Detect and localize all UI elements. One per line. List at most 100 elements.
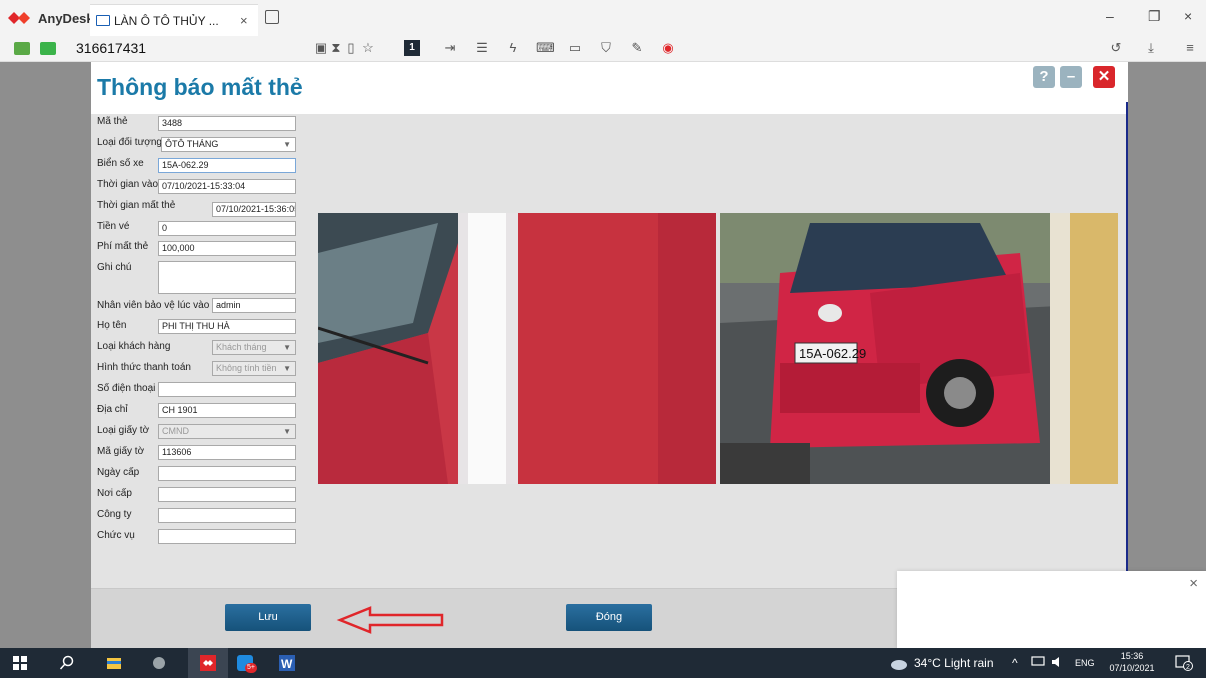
label-ghi-chu: Ghi chú: [97, 262, 132, 273]
tab-close-icon[interactable]: ×: [240, 13, 248, 28]
chevron-down-icon: ▼: [283, 364, 291, 373]
volume-icon[interactable]: [1051, 656, 1065, 668]
label-thoi-gian-vao: Thời gian vào: [97, 179, 159, 190]
ma-giay-to-input[interactable]: 113606: [158, 445, 296, 460]
remote-address: 316617431: [76, 40, 147, 56]
connection-status-icon: [14, 42, 30, 55]
ngay-cap-input[interactable]: [158, 466, 296, 481]
window-header: Thông báo mất thẻ ? – ✕: [91, 62, 1128, 114]
record-icon[interactable]: ◉: [660, 40, 676, 56]
lightning-icon[interactable]: ϟ: [505, 40, 521, 56]
label-dia-chi: Địa chỉ: [97, 404, 128, 415]
svg-text:W: W: [281, 657, 293, 671]
hourglass-icon[interactable]: ⧗: [328, 40, 344, 56]
label-chuc-vu: Chức vụ: [97, 530, 135, 541]
thoi-gian-vao-input[interactable]: 07/10/2021-15:33:04: [158, 179, 296, 194]
phi-mat-the-input[interactable]: 100,000: [158, 241, 296, 256]
weather-icon[interactable]: [889, 656, 909, 672]
loai-giay-to-select: CMND ▼: [158, 424, 296, 439]
loai-giay-to-value: CMND: [162, 426, 189, 436]
label-ngay-cap: Ngày cấp: [97, 467, 140, 478]
loai-khach-hang-value: Khách tháng: [216, 342, 267, 352]
keyboard-icon[interactable]: ⌨: [536, 40, 555, 56]
history-icon[interactable]: ↺: [1108, 40, 1124, 56]
restore-button[interactable]: ❐: [1148, 8, 1161, 25]
label-tien-ve: Tiền vé: [97, 221, 130, 232]
tien-ve-input[interactable]: 0: [158, 221, 296, 236]
shield-icon[interactable]: ⛉: [598, 40, 614, 56]
dia-chi-input[interactable]: CH 1901: [158, 403, 296, 418]
remote-desktop-background: [0, 62, 91, 648]
network-icon[interactable]: [1031, 656, 1045, 668]
windows-taskbar: 5+ W 34°C Light rain ^ ENG 15:36 07/10/2…: [0, 648, 1206, 678]
notification-close-icon[interactable]: ×: [1189, 575, 1198, 592]
bien-so-xe-input[interactable]: 15A-062.29: [158, 158, 296, 173]
session-tab[interactable]: LÀN Ô TÔ THỦY ... ×: [90, 4, 258, 36]
search-icon[interactable]: [59, 655, 75, 671]
so-dien-thoai-input[interactable]: [158, 382, 296, 397]
save-button[interactable]: Lưu: [225, 604, 311, 631]
label-ma-giay-to: Mã giấy tờ: [97, 446, 145, 457]
minimize-app-button[interactable]: –: [1060, 66, 1082, 88]
remote-desktop-background: [1128, 62, 1206, 648]
anydesk-toolbar: 316617431 ▣ ⧗ ▯ ☆ 1 ⇥ ☰ ϟ ⌨ ▭ ⛉ ✎ ◉ ↺ ⤓ …: [0, 36, 1206, 62]
chevron-down-icon: ▼: [283, 140, 291, 149]
weather-text[interactable]: 34°C Light rain: [914, 656, 994, 670]
close-app-button[interactable]: ✕: [1093, 66, 1115, 88]
download-icon[interactable]: ⤓: [1143, 40, 1159, 56]
label-noi-cap: Nơi cấp: [97, 488, 132, 499]
app-icon[interactable]: [151, 655, 167, 671]
close-dialog-button[interactable]: Đóng: [566, 604, 652, 631]
label-cong-ty: Công ty: [97, 509, 132, 520]
label-nhan-vien: Nhân viên bảo vệ lúc vào: [97, 300, 210, 311]
label-hinh-thuc-thanh-toan: Hình thức thanh toán: [97, 362, 191, 373]
close-button[interactable]: ×: [1184, 8, 1192, 24]
loai-doi-tuong-value: ÔTÔ THÁNG: [165, 139, 219, 149]
ho-ten-input[interactable]: PHI THỊ THU HÀ: [158, 319, 296, 334]
file-icon[interactable]: ▯: [343, 40, 359, 56]
menu-icon[interactable]: ≡: [1182, 40, 1198, 56]
thoi-gian-mat-the-input[interactable]: 07/10/2021-15:36:05: [212, 202, 296, 217]
transfer-icon[interactable]: ⇥: [442, 40, 458, 56]
ghi-chu-textarea[interactable]: [158, 261, 296, 294]
windows-start-icon[interactable]: [12, 655, 28, 671]
anydesk-icon: [200, 655, 216, 671]
chuc-vu-input[interactable]: [158, 529, 296, 544]
chevron-down-icon: ▼: [283, 343, 291, 352]
help-button[interactable]: ?: [1033, 66, 1055, 88]
arrow-left-icon: [336, 606, 444, 634]
language-indicator[interactable]: ENG: [1075, 658, 1095, 668]
session-tab-label: LÀN Ô TÔ THỦY ...: [114, 14, 219, 28]
clipboard-icon[interactable]: ▣: [313, 40, 329, 56]
clock-time: 15:36: [1120, 651, 1144, 661]
star-icon[interactable]: ☆: [360, 40, 376, 56]
label-ma-the: Mã thẻ: [97, 116, 128, 127]
file-explorer-icon[interactable]: [106, 655, 122, 671]
clock[interactable]: 15:36 07/10/2021: [1107, 650, 1157, 674]
nhan-vien-input[interactable]: admin: [212, 298, 296, 313]
camera-image-front: [318, 213, 716, 484]
anydesk-titlebar: AnyDesk LÀN Ô TÔ THỦY ... × – ❐ ×: [0, 0, 1206, 36]
action-center-icon[interactable]: 2: [1175, 655, 1193, 671]
monitor-1-icon[interactable]: 1: [404, 40, 420, 56]
chat-icon[interactable]: ☰: [474, 40, 490, 56]
noi-cap-input[interactable]: [158, 487, 296, 502]
display-icon[interactable]: ▭: [567, 40, 583, 56]
window-edge: [1126, 102, 1128, 648]
minimize-button[interactable]: –: [1106, 8, 1114, 24]
loai-khach-hang-select: Khách tháng ▼: [212, 340, 296, 355]
label-loai-khach-hang: Loại khách hàng: [97, 341, 171, 352]
anydesk-taskbar-item[interactable]: [188, 648, 228, 678]
word-icon[interactable]: W: [279, 655, 295, 671]
camera-image-overview: 15A-062.29: [720, 213, 1118, 484]
loai-doi-tuong-select[interactable]: ÔTÔ THÁNG ▼: [161, 137, 296, 152]
new-tab-icon[interactable]: [265, 10, 279, 24]
page-title: Thông báo mất thẻ: [97, 74, 303, 100]
car-overview-photo: 15A-062.29: [720, 213, 1118, 484]
pen-icon[interactable]: ✎: [629, 40, 645, 56]
monitor-icon: [96, 15, 110, 26]
tray-chevron-icon[interactable]: ^: [1012, 656, 1018, 670]
ma-the-input[interactable]: 3488: [158, 116, 296, 131]
cong-ty-input[interactable]: [158, 508, 296, 523]
action-center-count: 2: [1186, 664, 1190, 671]
